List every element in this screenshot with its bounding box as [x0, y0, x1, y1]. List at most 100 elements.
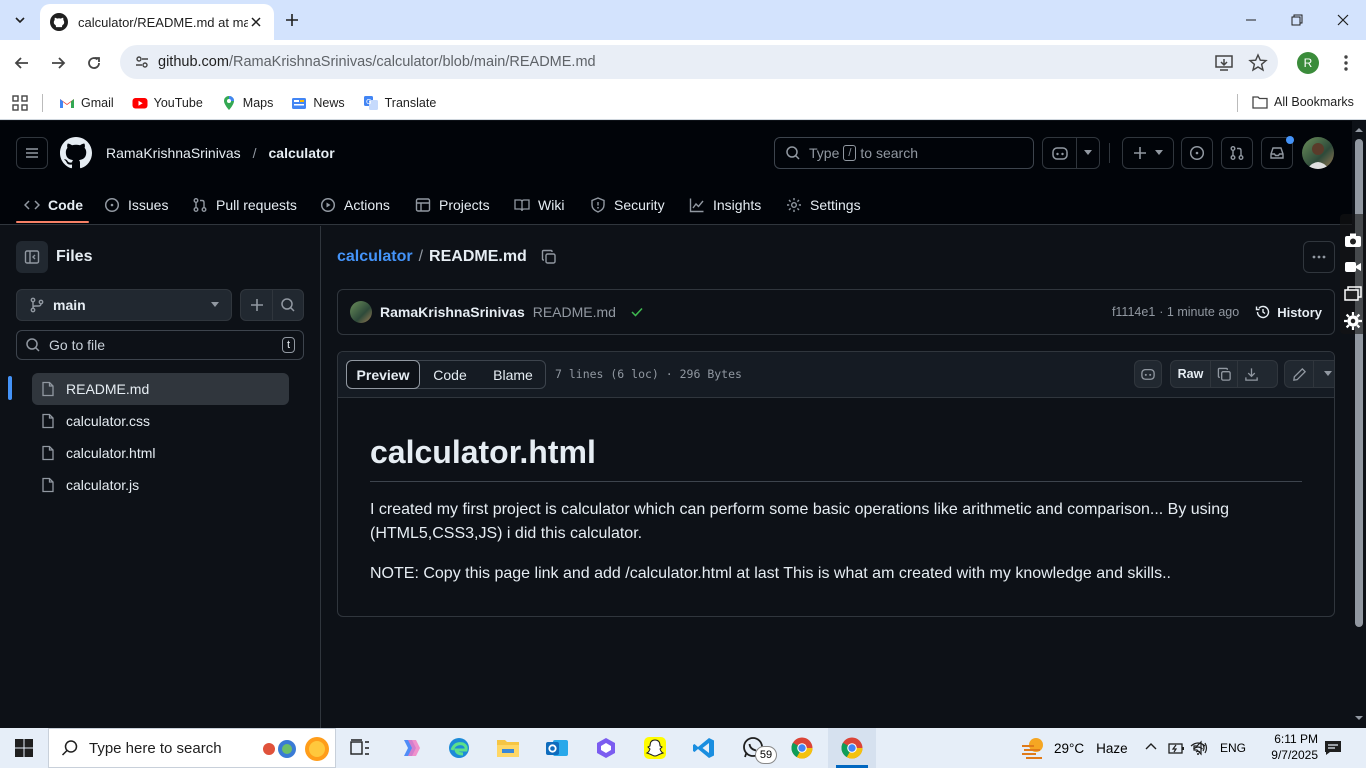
taskbar-search-box[interactable]: Type here to search: [48, 728, 336, 768]
tab-search-button[interactable]: [8, 8, 32, 32]
close-window-button[interactable]: [1320, 0, 1366, 40]
file-readme[interactable]: README.md: [32, 373, 289, 405]
collapse-file-tree-button[interactable]: [16, 241, 48, 273]
copilot-dropdown[interactable]: [1077, 138, 1099, 168]
new-tab-button[interactable]: [280, 8, 304, 32]
user-avatar[interactable]: [1302, 137, 1334, 169]
commit-author-avatar[interactable]: [350, 301, 372, 323]
apps-button[interactable]: [12, 94, 28, 111]
m365-taskbar-icon[interactable]: [592, 734, 620, 762]
camera-icon[interactable]: [1344, 232, 1362, 248]
add-file-button[interactable]: [241, 290, 273, 320]
copilot-button[interactable]: [1043, 138, 1077, 168]
tab-preview[interactable]: Preview: [346, 360, 420, 389]
battery-indicator[interactable]: [1168, 740, 1186, 756]
check-icon[interactable]: [630, 305, 644, 319]
copy-raw-button[interactable]: [1211, 361, 1238, 387]
create-new-button[interactable]: [1122, 137, 1174, 169]
file-calculator-css[interactable]: calculator.css: [32, 405, 289, 437]
input-language[interactable]: ENG: [1220, 741, 1246, 755]
tab-security[interactable]: Security: [590, 193, 665, 217]
bookmark-label: Translate: [384, 95, 437, 110]
file-calculator-html[interactable]: calculator.html: [32, 437, 289, 469]
commit-author[interactable]: RamaKrishnaSrinivas: [380, 304, 525, 320]
minimize-button[interactable]: [1228, 0, 1274, 40]
scrollbar-thumb[interactable]: [1355, 139, 1363, 627]
commit-sha[interactable]: f1114e1: [1112, 305, 1155, 319]
gear-icon[interactable]: [1344, 312, 1362, 330]
more-file-actions-button[interactable]: [1303, 241, 1335, 273]
snapchat-taskbar-icon[interactable]: [641, 734, 669, 762]
tab-pull-requests[interactable]: Pull requests: [192, 193, 297, 217]
caret-down-icon: [211, 302, 219, 307]
tab-code[interactable]: Code: [24, 193, 83, 217]
close-icon[interactable]: [248, 14, 264, 30]
page-scrollbar[interactable]: [1352, 121, 1366, 728]
edit-file-button[interactable]: [1285, 361, 1314, 387]
back-button[interactable]: [7, 48, 37, 78]
tab-insights[interactable]: Insights: [689, 193, 761, 217]
raw-button[interactable]: Raw: [1171, 361, 1211, 387]
clock[interactable]: 6:11 PM 9/7/2025: [1254, 731, 1318, 763]
github-logo[interactable]: [60, 137, 92, 169]
edit-dropdown-button[interactable]: [1314, 361, 1334, 387]
forward-button[interactable]: [43, 48, 73, 78]
breadcrumb-repo-link[interactable]: calculator: [337, 248, 413, 266]
tab-wiki[interactable]: Wiki: [514, 193, 564, 217]
vscode-taskbar-icon[interactable]: [690, 734, 718, 762]
restore-button[interactable]: [1274, 0, 1320, 40]
tab-settings[interactable]: Settings: [786, 193, 861, 217]
video-camera-icon[interactable]: [1344, 260, 1362, 274]
go-to-file-input[interactable]: Go to file t: [16, 330, 304, 360]
history-link[interactable]: History: [1277, 305, 1322, 320]
browser-tab[interactable]: calculator/README.md at main: [40, 4, 274, 40]
install-app-button[interactable]: [1214, 53, 1234, 73]
tab-issues[interactable]: Issues: [104, 193, 168, 217]
tab-blame[interactable]: Blame: [481, 361, 545, 388]
task-view-button[interactable]: [346, 734, 374, 762]
bookmark-news[interactable]: News: [291, 95, 345, 111]
download-raw-button[interactable]: [1238, 361, 1265, 387]
volume-indicator[interactable]: [1192, 740, 1208, 756]
scroll-down-icon[interactable]: [1352, 713, 1366, 723]
repo-link[interactable]: calculator: [269, 145, 335, 161]
address-bar[interactable]: github.com/RamaKrishnaSrinivas/calculato…: [120, 45, 1278, 79]
bookmark-gmail[interactable]: Gmail: [59, 95, 114, 111]
issues-button[interactable]: [1181, 137, 1213, 169]
owner-link[interactable]: RamaKrishnaSrinivas: [106, 145, 241, 161]
search-files-button[interactable]: [273, 290, 303, 320]
copilot-taskbar-icon[interactable]: [396, 734, 424, 762]
copy-path-button[interactable]: [541, 249, 557, 265]
chrome-taskbar-icon[interactable]: [788, 734, 816, 762]
tab-projects[interactable]: Projects: [415, 193, 490, 217]
windows-stack-icon[interactable]: [1344, 286, 1362, 302]
chrome-active-taskbar-icon[interactable]: [838, 734, 866, 762]
copilot-ask-button[interactable]: [1134, 360, 1162, 388]
search-input[interactable]: Type / to search: [774, 137, 1034, 169]
reload-button[interactable]: [79, 48, 109, 78]
all-bookmarks-button[interactable]: All Bookmarks: [1252, 94, 1354, 110]
bookmark-star-button[interactable]: [1248, 53, 1268, 73]
tab-code-view[interactable]: Code: [419, 361, 481, 388]
weather-widget[interactable]: 29°C Haze: [1020, 736, 1128, 760]
start-button[interactable]: [10, 734, 38, 762]
notification-center-button[interactable]: [1324, 740, 1342, 756]
outlook-taskbar-icon[interactable]: [543, 734, 571, 762]
file-explorer-taskbar-icon[interactable]: [494, 734, 522, 762]
all-bookmarks-label: All Bookmarks: [1274, 95, 1354, 109]
scroll-up-icon[interactable]: [1352, 125, 1366, 135]
tab-actions[interactable]: Actions: [320, 193, 390, 217]
profile-avatar[interactable]: R: [1297, 52, 1319, 74]
bookmark-maps[interactable]: Maps: [221, 95, 273, 111]
bookmark-translate[interactable]: G Translate: [363, 95, 437, 111]
site-info-icon[interactable]: [134, 54, 150, 70]
branch-selector[interactable]: main: [16, 289, 232, 321]
bookmark-youtube[interactable]: YouTube: [132, 95, 203, 111]
file-calculator-js[interactable]: calculator.js: [32, 469, 289, 501]
open-global-nav-button[interactable]: [16, 137, 48, 169]
pull-requests-button[interactable]: [1221, 137, 1253, 169]
commit-message[interactable]: README.md: [533, 304, 616, 320]
show-hidden-icons-button[interactable]: [1144, 740, 1158, 754]
chrome-menu-button[interactable]: [1336, 53, 1356, 73]
edge-taskbar-icon[interactable]: [445, 734, 473, 762]
